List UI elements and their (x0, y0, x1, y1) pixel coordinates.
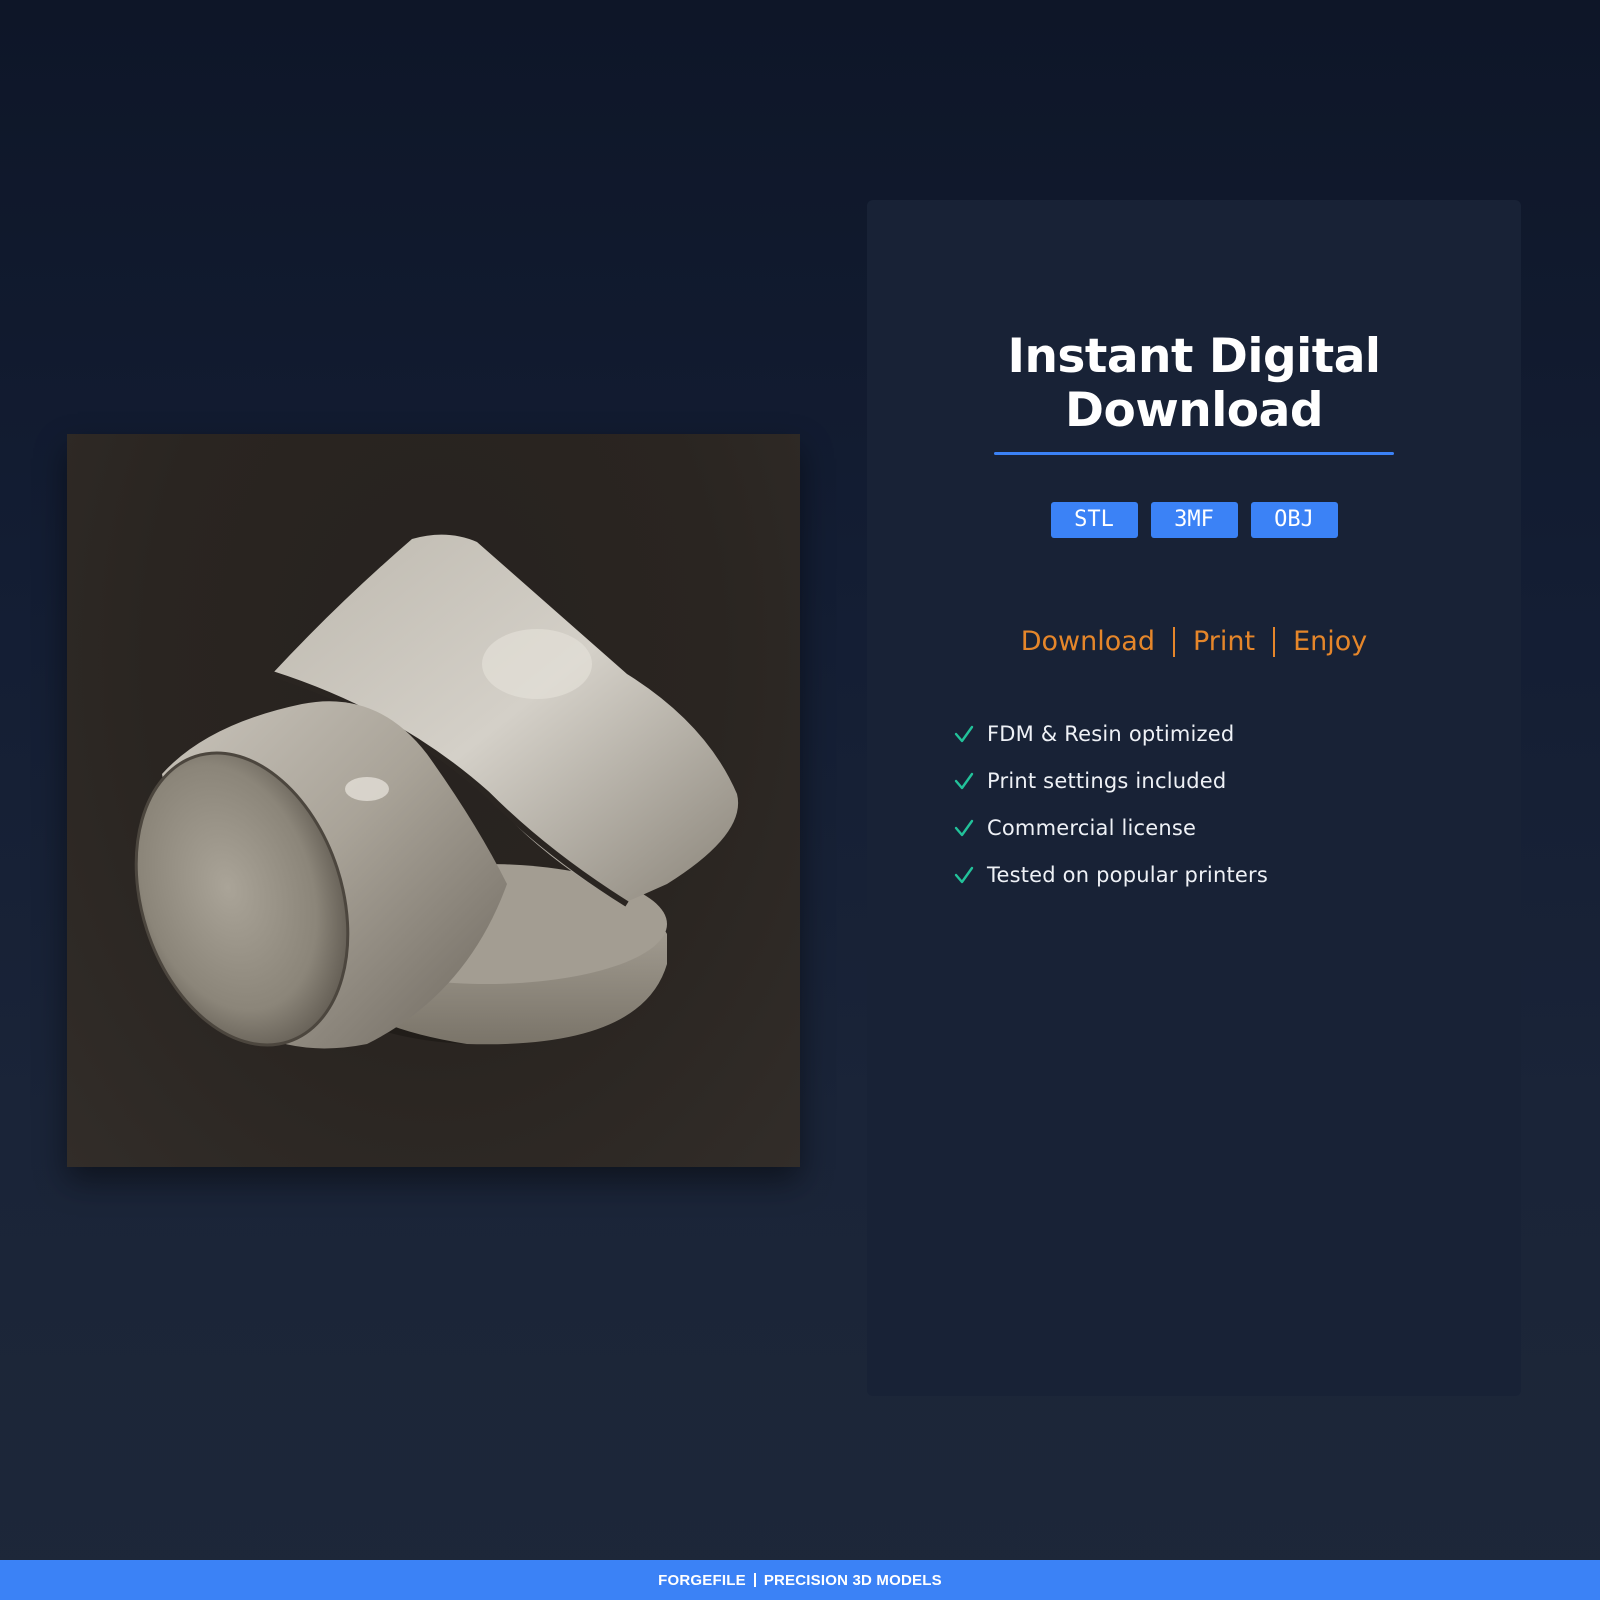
product-image (67, 434, 800, 1167)
info-panel: Instant Digital Download STL 3MF OBJ Dow… (867, 200, 1521, 1396)
title-line-2: Download (1065, 383, 1323, 438)
format-badge-3mf[interactable]: 3MF (1150, 502, 1238, 538)
feature-list: FDM & Resin optimized Print settings inc… (953, 710, 1268, 898)
panel-title: Instant Digital Download (867, 330, 1521, 438)
title-underline (994, 452, 1394, 455)
check-icon (954, 772, 974, 789)
step-enjoy: Enjoy (1293, 626, 1368, 657)
footer-tagline: PRECISION 3D MODELS (763, 1571, 942, 1589)
footer-separator (753, 1573, 756, 1587)
check-icon (954, 725, 974, 742)
step-separator (1273, 627, 1276, 657)
product-render (134, 534, 739, 1049)
footer-bar: FORGEFILE PRECISION 3D MODELS (0, 1560, 1600, 1600)
feature-text: FDM & Resin optimized (987, 721, 1235, 746)
format-badge-stl[interactable]: STL (1050, 502, 1138, 538)
check-icon (954, 866, 974, 883)
check-icon (954, 819, 974, 836)
title-line-1: Instant Digital (1007, 329, 1381, 384)
list-item: Print settings included (953, 757, 1268, 804)
format-badge-obj[interactable]: OBJ (1250, 502, 1338, 538)
format-badges: STL 3MF OBJ (867, 502, 1521, 538)
feature-text: Tested on popular printers (987, 862, 1268, 887)
list-item: Tested on popular printers (953, 851, 1268, 898)
footer-brand: FORGEFILE (658, 1571, 746, 1589)
feature-text: Commercial license (987, 815, 1197, 840)
step-print: Print (1192, 626, 1256, 657)
list-item: Commercial license (953, 804, 1268, 851)
steps-row: Download Print Enjoy (867, 622, 1521, 662)
feature-text: Print settings included (987, 768, 1227, 793)
list-item: FDM & Resin optimized (953, 710, 1268, 757)
step-download: Download (1020, 626, 1155, 657)
step-separator (1172, 627, 1175, 657)
